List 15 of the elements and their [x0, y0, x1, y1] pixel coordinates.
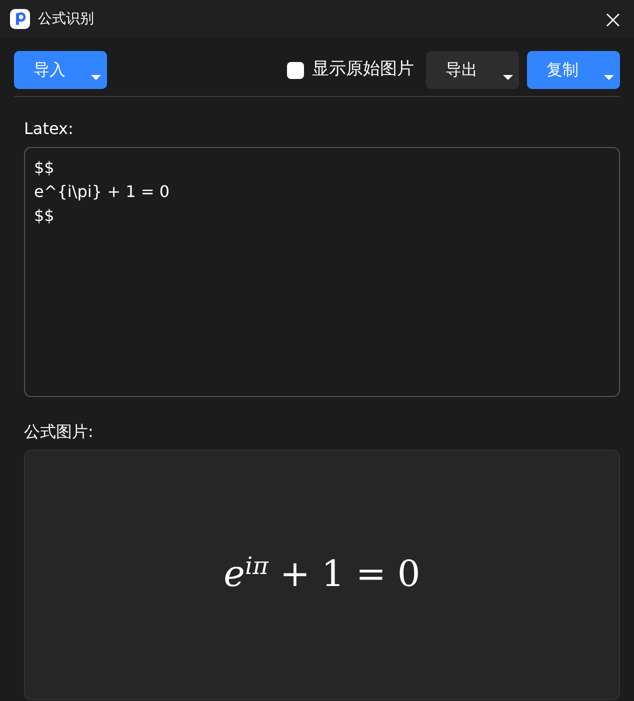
checkbox-label: 显示原始图片: [312, 58, 414, 82]
caret-icon: [503, 75, 513, 80]
checkbox[interactable]: [287, 62, 304, 78]
close-icon: [606, 12, 620, 27]
app-icon: [10, 9, 30, 29]
latex-label: Latex:: [24, 118, 74, 140]
caret-icon: [604, 75, 614, 80]
formula-image-label: 公式图片:: [24, 421, 94, 443]
latex-field[interactable]: $$ e^{i\pi} + 1 = 0 $$: [24, 147, 620, 397]
copy-button[interactable]: 复制: [527, 51, 620, 89]
window-title: 公式识别: [38, 10, 94, 28]
export-button[interactable]: 导出: [426, 51, 519, 89]
import-button[interactable]: 导入: [14, 51, 107, 89]
caret-icon: [91, 75, 101, 80]
formula: e$^{iπ}$ + 1 = 0: [224, 551, 420, 597]
